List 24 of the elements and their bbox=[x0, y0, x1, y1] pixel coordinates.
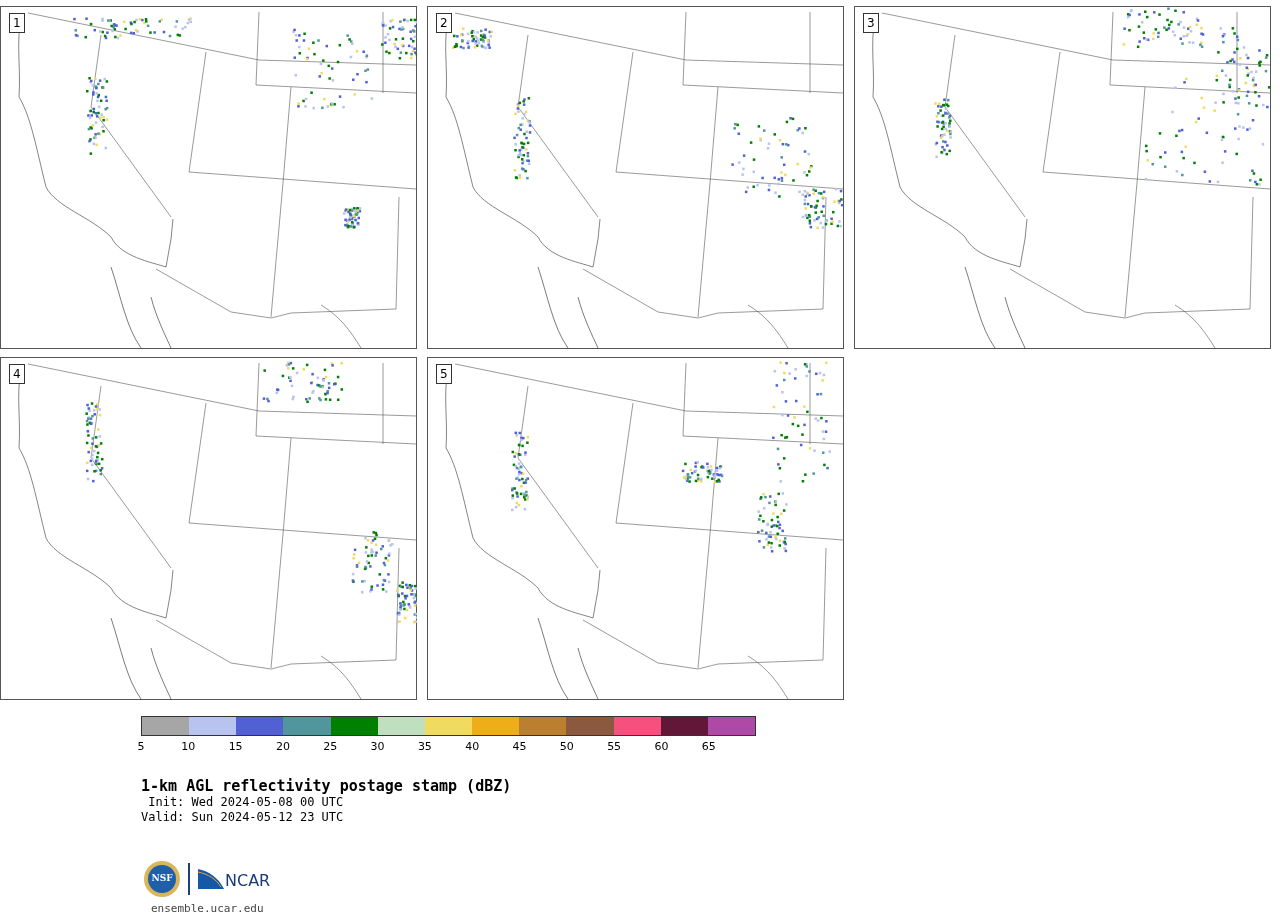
chart-title: 1-km AGL reflectivity postage stamp (dBZ) bbox=[141, 777, 512, 795]
panel-number: 3 bbox=[863, 13, 879, 33]
tick-label: 5 bbox=[137, 741, 145, 752]
panel-number: 5 bbox=[436, 364, 452, 384]
nsf-logo: NSF bbox=[144, 861, 180, 897]
panel-number: 1 bbox=[9, 13, 25, 33]
tick-label: 55 bbox=[607, 741, 622, 752]
tick-label: 45 bbox=[512, 741, 527, 752]
valid-time: Valid: Sun 2024-05-12 23 UTC bbox=[141, 810, 344, 825]
tick-label: 65 bbox=[701, 741, 716, 752]
footer-url: ensemble.ucar.edu bbox=[151, 901, 264, 917]
tick-label: 25 bbox=[323, 741, 338, 752]
tick-label: 20 bbox=[275, 741, 290, 752]
tick-label: 30 bbox=[370, 741, 385, 752]
tick-label: 15 bbox=[228, 741, 243, 752]
tick-label: 10 bbox=[181, 741, 196, 752]
panel-number: 2 bbox=[436, 13, 452, 33]
panel-number: 4 bbox=[9, 364, 25, 384]
tick-label: 40 bbox=[465, 741, 480, 752]
tick-label: 50 bbox=[559, 741, 574, 752]
tick-label: 60 bbox=[654, 741, 669, 752]
init-time: Init: Wed 2024-05-08 00 UTC bbox=[147, 795, 344, 810]
tick-label: 35 bbox=[417, 741, 432, 752]
ncar-logo: NCAR bbox=[198, 869, 271, 889]
